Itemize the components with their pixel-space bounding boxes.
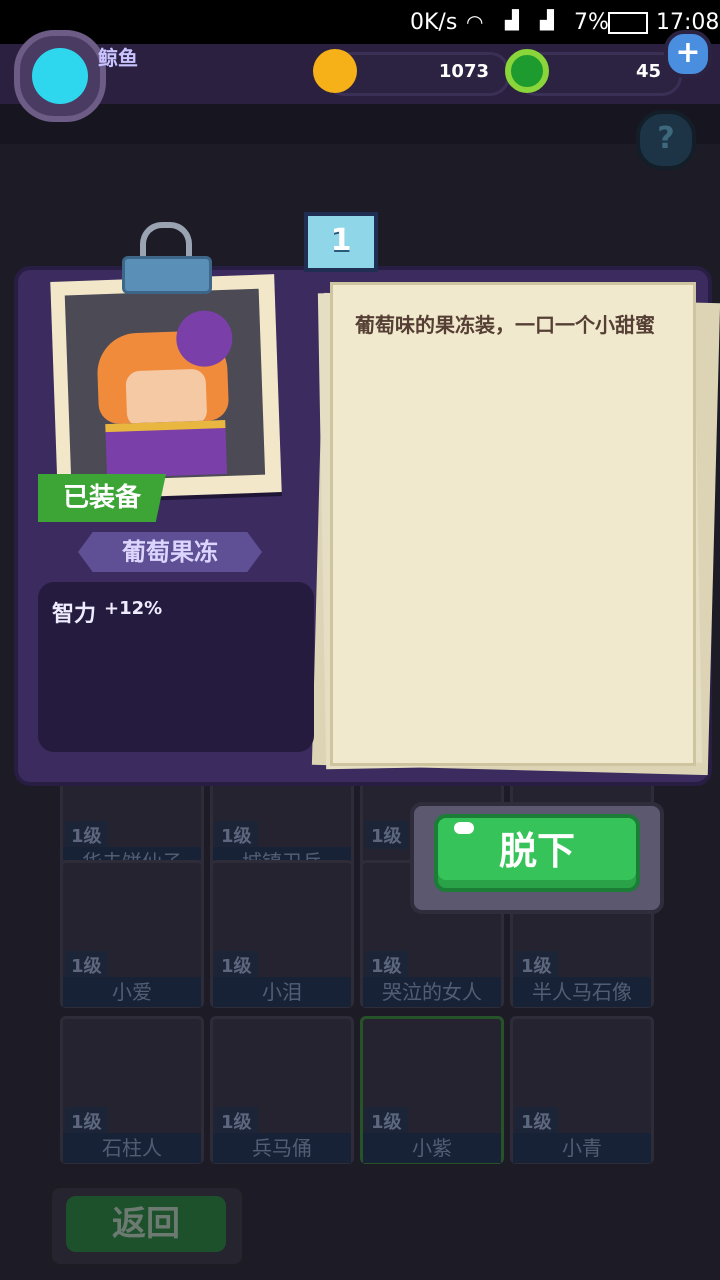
button-shine (454, 822, 474, 834)
unequip-label: 脱下 (498, 829, 575, 873)
description-paper: 葡萄味的果冻装，一口一个小甜蜜 (330, 282, 696, 766)
player-name: 鲸鱼 (98, 46, 138, 70)
character-body (105, 419, 228, 479)
paper-clip-icon (122, 222, 212, 294)
page-number: 1 (330, 223, 352, 258)
player-avatar[interactable] (14, 30, 106, 122)
energy-value: 45 (635, 61, 661, 82)
page-tab: 1 (304, 212, 378, 272)
stat-label: 智力 (52, 602, 97, 627)
signal-icon-2: ▟ (540, 10, 554, 31)
clip-base (122, 256, 212, 294)
wifi-icon: ◠ (466, 10, 484, 34)
stat-value: +12% (104, 598, 163, 619)
stats-box: 智力 +12% (38, 582, 314, 752)
item-description: 葡萄味的果冻装，一口一个小甜蜜 (355, 313, 655, 337)
energy-icon (505, 49, 549, 93)
item-photo (50, 274, 282, 500)
coins-value: 1073 (438, 61, 489, 82)
battery-level: 7% (574, 10, 609, 35)
item-name: 葡萄果冻 (78, 532, 262, 572)
net-speed: 0K/s (410, 10, 458, 35)
energy-counter: 45 (505, 49, 682, 96)
equipped-badge: 已装备 (38, 474, 166, 522)
character-face (125, 368, 208, 428)
unequip-button[interactable]: 脱下 (434, 814, 640, 892)
coin-icon (313, 49, 357, 93)
coins-counter: 1073 (313, 49, 510, 96)
status-bar: 0K/s ◠ ▟ ▟ 7% 17:08 (0, 0, 720, 44)
signal-icon: ▟ (505, 10, 519, 31)
battery-icon (608, 12, 648, 34)
item-portrait (64, 288, 266, 482)
cat-avatar-icon (32, 48, 88, 104)
add-energy-button[interactable]: + (664, 30, 712, 78)
